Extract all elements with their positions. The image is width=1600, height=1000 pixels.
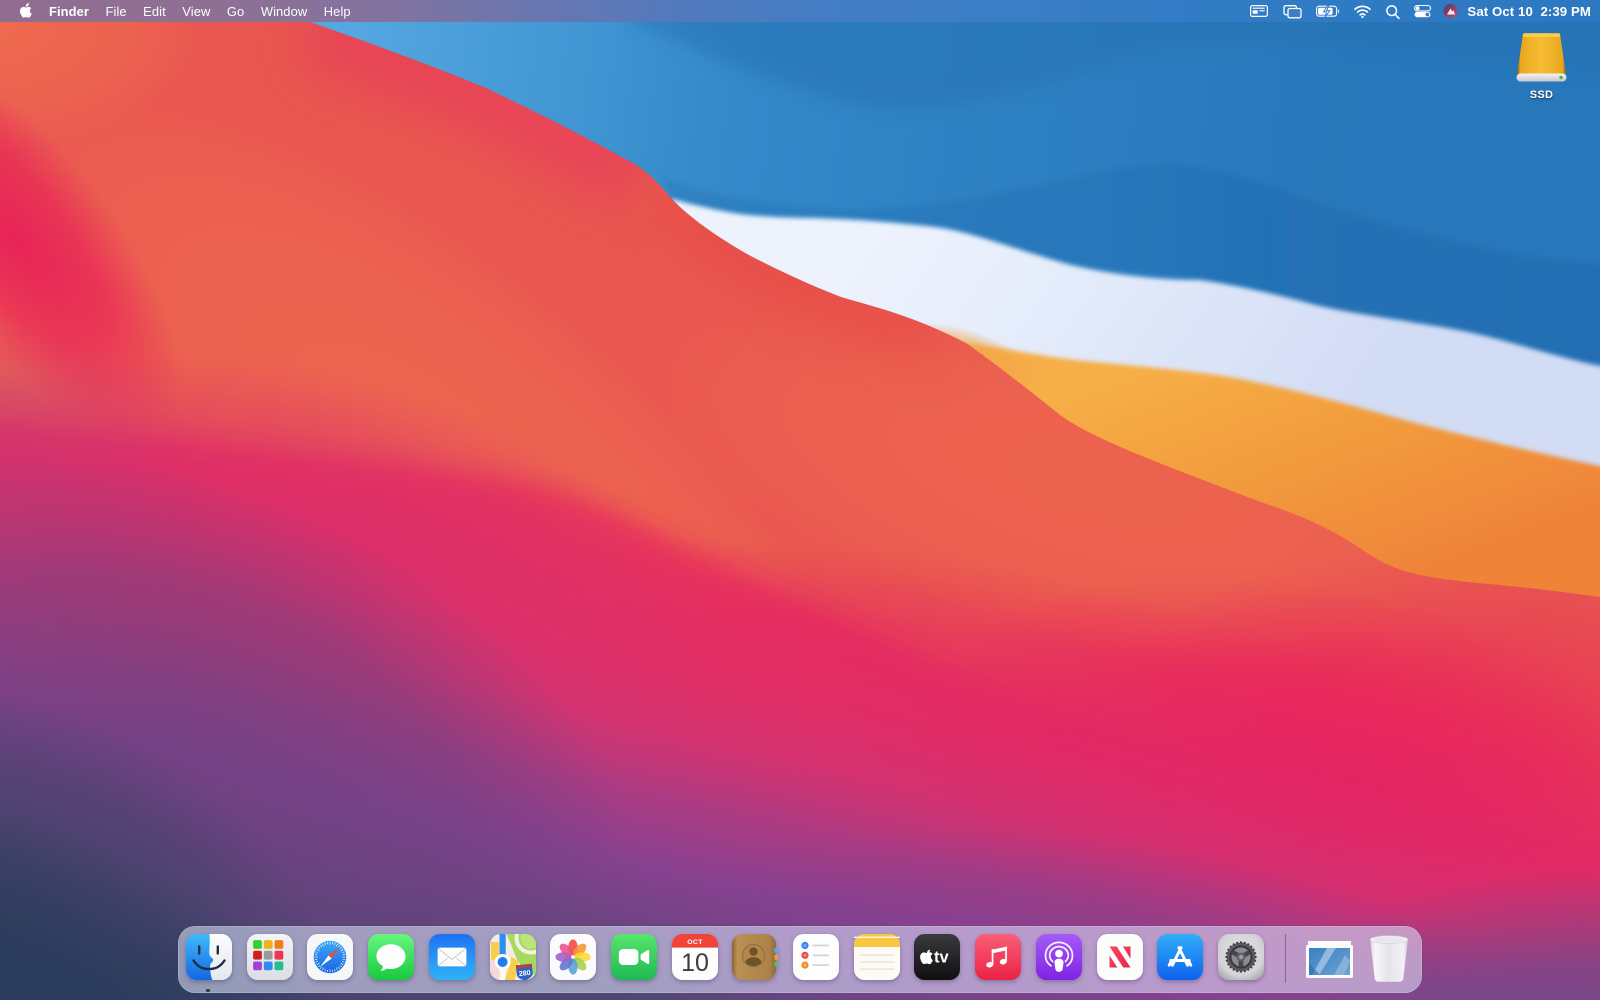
svg-text:tv: tv [934, 949, 949, 967]
svg-text:10: 10 [681, 949, 709, 977]
svg-text:280: 280 [518, 970, 530, 978]
svg-text:OCT: OCT [687, 939, 703, 946]
